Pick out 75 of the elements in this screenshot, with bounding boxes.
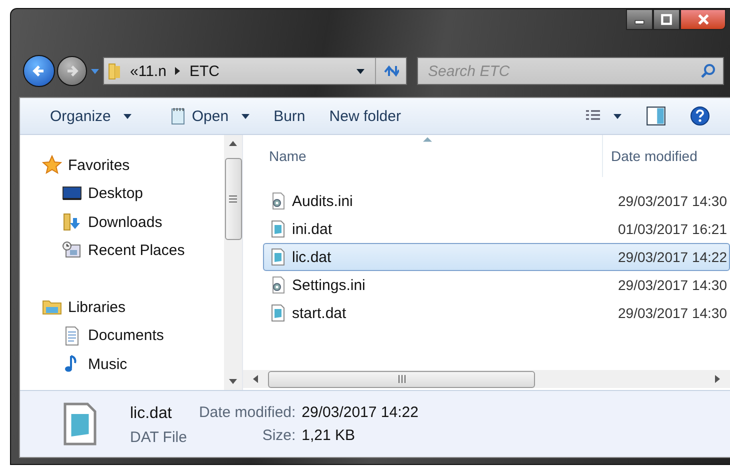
details-file-type: DAT File — [130, 428, 187, 446]
toolbar-button[interactable]: Organize — [40, 104, 142, 128]
maximize-button[interactable] — [653, 9, 680, 30]
horizontal-scrollbar[interactable] — [243, 370, 730, 388]
toolbar-button[interactable]: New folder — [319, 104, 411, 128]
search-icon — [700, 63, 716, 79]
scroll-right-icon[interactable] — [715, 375, 720, 383]
file-name: start.dat — [292, 304, 346, 322]
sidebar-item[interactable]: Downloads — [42, 208, 224, 236]
sidebar-item[interactable]: Recent Places — [42, 236, 224, 265]
details-file-name: lic.dat — [130, 404, 173, 422]
document-icon — [270, 248, 286, 266]
breadcrumb-item[interactable]: ETC — [189, 62, 220, 80]
document-icon — [270, 304, 286, 322]
file-row[interactable]: start.dat 29/03/2017 14:30 — [263, 299, 730, 327]
column-header[interactable]: Date modified — [603, 135, 698, 177]
details-label: Date modified: — [198, 404, 296, 421]
settings-file-icon — [270, 192, 286, 210]
scroll-thumb[interactable] — [224, 158, 242, 240]
file-date: 01/03/2017 16:21 — [617, 221, 727, 237]
folder-arrow-icon — [62, 212, 82, 232]
settings-file-icon — [270, 276, 286, 294]
scroll-left-icon[interactable] — [253, 375, 258, 383]
address-bar[interactable]: «11.n ETC — [103, 57, 407, 85]
file-name: Audits.ini — [292, 192, 353, 210]
details-value: 29/03/2017 14:22 — [302, 404, 418, 421]
sidebar-group[interactable]: Libraries — [42, 293, 224, 322]
scroll-down-icon[interactable] — [229, 379, 237, 384]
help-icon — [690, 106, 710, 126]
scroll-thumb[interactable] — [268, 370, 535, 388]
pane-icon — [646, 106, 666, 126]
minimize-button[interactable] — [626, 9, 653, 30]
sidebar-item[interactable]: Desktop — [42, 180, 224, 208]
sidebar-group[interactable]: Favorites — [42, 151, 224, 180]
close-button[interactable] — [680, 9, 726, 30]
file-row[interactable]: Audits.ini 29/03/2017 14:30 — [263, 187, 730, 215]
file-date: 29/03/2017 14:22 — [617, 249, 727, 265]
maximize-icon — [660, 14, 673, 25]
notepad-icon — [170, 107, 186, 125]
sidebar-item[interactable]: Documents — [42, 322, 224, 350]
file-date: 29/03/2017 14:30 — [617, 277, 727, 293]
forward-button[interactable] — [57, 56, 87, 86]
toolbar-button[interactable]: Open — [160, 103, 260, 129]
scroll-up-icon[interactable] — [229, 141, 237, 146]
details-label: Size: — [261, 427, 296, 444]
refresh-arrows-icon — [383, 63, 399, 79]
file-name: lic.dat — [292, 248, 332, 266]
details-value: 1,21 KB — [302, 427, 356, 444]
file-row[interactable]: ini.dat 01/03/2017 16:21 — [263, 215, 730, 243]
breadcrumb-item[interactable]: 11.n — [138, 62, 166, 80]
back-button[interactable] — [23, 55, 55, 87]
caret-icon — [122, 114, 132, 118]
breadcrumb-overflow[interactable]: « — [130, 62, 138, 80]
close-icon — [696, 14, 710, 25]
file-row[interactable]: lic.dat 29/03/2017 14:22 — [263, 243, 730, 271]
file-date: 29/03/2017 14:30 — [617, 305, 727, 321]
column-header[interactable]: Name — [243, 135, 603, 177]
search-field[interactable]: Search ETC — [417, 57, 724, 85]
file-date: 29/03/2017 14:30 — [617, 193, 727, 209]
folder-icon — [108, 62, 122, 80]
chevron-right-icon[interactable] — [175, 67, 180, 75]
file-name: ini.dat — [292, 220, 332, 238]
star-icon — [42, 155, 62, 176]
caret-icon — [613, 114, 622, 118]
vertical-scrollbar[interactable] — [224, 135, 242, 390]
document-icon — [270, 220, 286, 238]
grip-icon — [398, 375, 406, 383]
file-row[interactable]: Settings.ini 29/03/2017 14:30 — [263, 271, 730, 299]
sidebar-item[interactable]: Music — [42, 350, 224, 378]
dropdown-caret-icon[interactable] — [356, 68, 365, 74]
caret-icon — [240, 114, 250, 118]
grip-icon — [229, 195, 237, 203]
file-name: Settings.ini — [292, 276, 366, 294]
toolbar-button[interactable]: Burn — [264, 104, 316, 128]
sort-arrow-icon — [422, 137, 432, 142]
